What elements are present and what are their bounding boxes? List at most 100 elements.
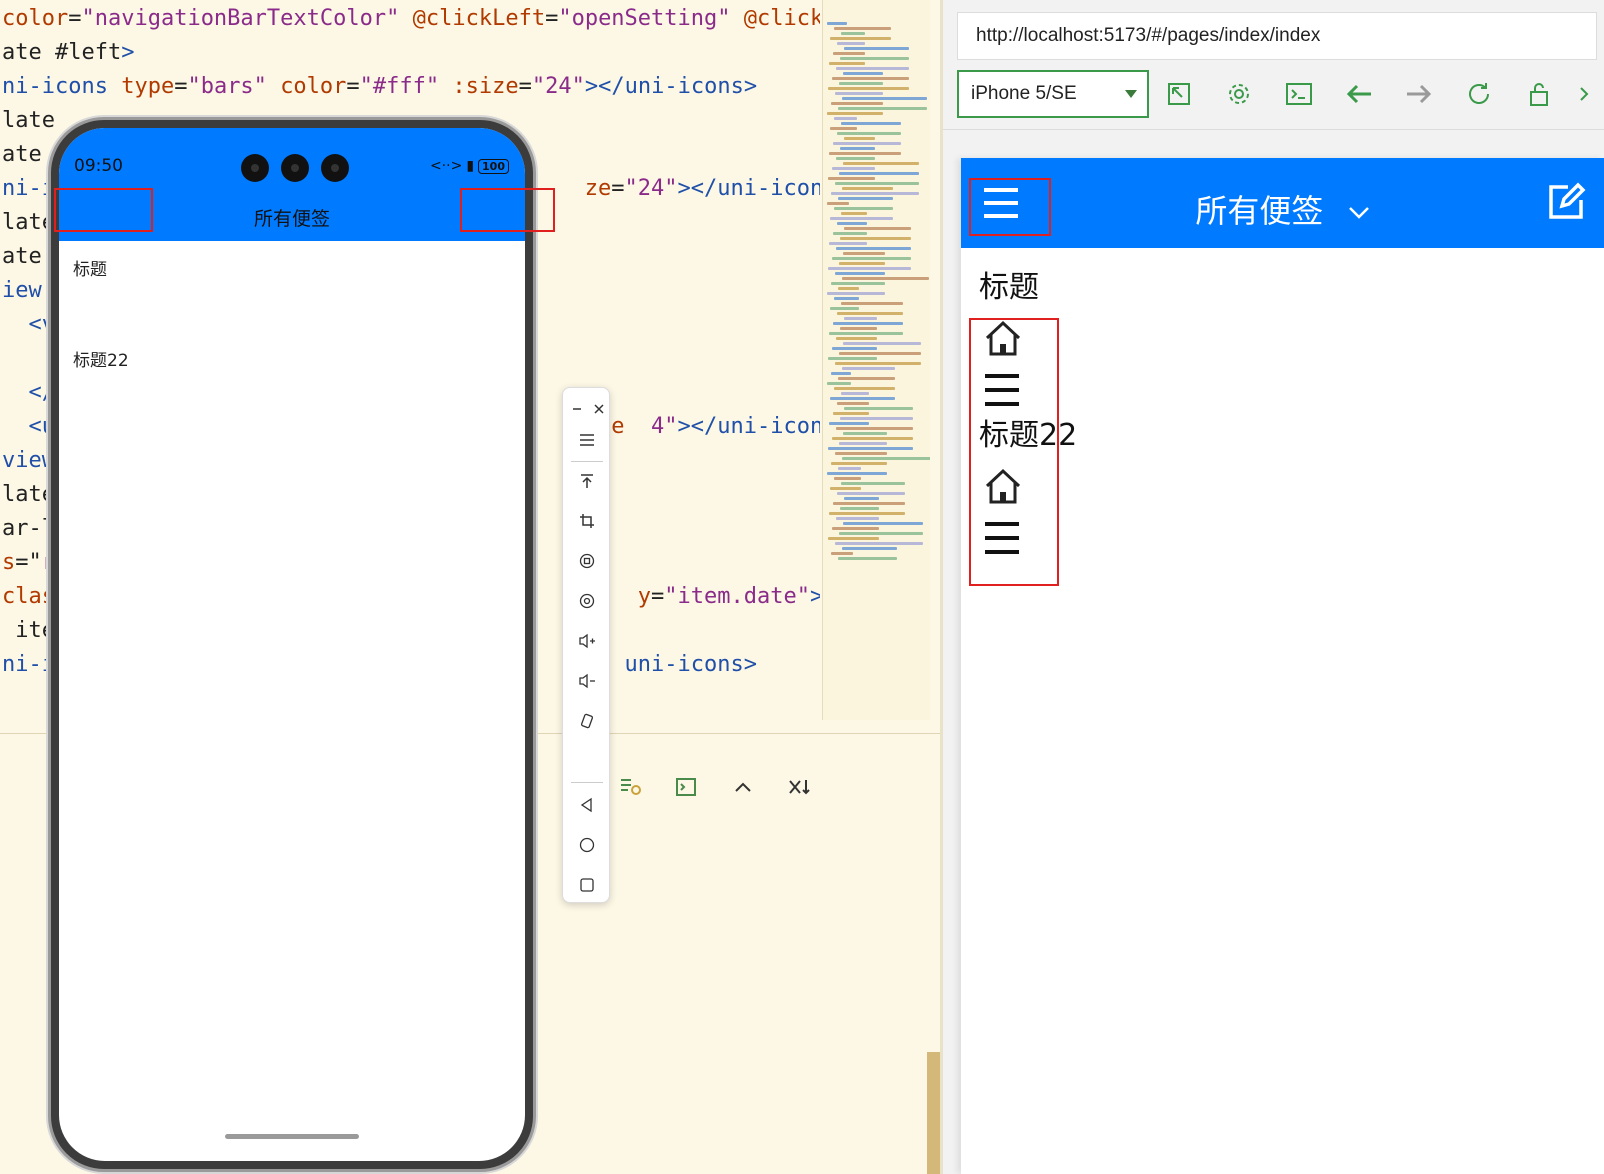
minimap-line	[842, 547, 897, 550]
volume-up-icon[interactable]	[563, 624, 611, 658]
minimap-line	[832, 527, 879, 530]
minimap-line	[831, 372, 851, 375]
list-item[interactable]: 标题22	[73, 346, 129, 371]
annotation-box-list-icons	[969, 318, 1059, 586]
network-icon: <··>	[429, 158, 463, 174]
device-select[interactable]: iPhone 5/SE	[957, 70, 1149, 118]
minimap-line	[840, 417, 913, 420]
status-indicators: <··> ▮ 100	[430, 158, 509, 174]
terminal-icon[interactable]	[1269, 70, 1329, 118]
screen-record-icon[interactable]	[563, 544, 611, 578]
minimap-line	[835, 452, 887, 455]
minimap-line	[843, 432, 887, 435]
code-token: ni-icons	[2, 74, 122, 99]
code-line[interactable]: late	[2, 106, 55, 136]
code-token: color	[2, 6, 69, 31]
code-line[interactable]: ate	[2, 242, 42, 272]
code-token: =	[174, 74, 188, 99]
code-line[interactable]: color="navigationBarTextColor" @clickLef…	[2, 4, 820, 34]
reload-icon[interactable]	[1449, 70, 1509, 118]
preview-nav-bar: 所有便签	[961, 158, 1604, 248]
list-item[interactable]: 标题	[73, 255, 107, 280]
list-item-title[interactable]: 标题	[979, 262, 1039, 306]
battery-icon: 100	[478, 158, 509, 174]
toolbar-divider	[571, 782, 603, 783]
phone-screen: 09:50 <··> ▮ 100 所有便签 标题 标题22	[59, 128, 525, 1161]
code-token: "#fff"	[359, 74, 440, 99]
minimap-line	[829, 152, 901, 155]
device-select-label: iPhone 5/SE	[971, 83, 1077, 104]
minimap-line	[832, 167, 875, 170]
code-line[interactable]	[2, 344, 42, 374]
code-token: @click	[743, 6, 820, 31]
more-chevron-icon[interactable]	[1569, 70, 1599, 118]
minimap-line	[842, 277, 929, 280]
forward-arrow-icon[interactable]	[1389, 70, 1449, 118]
preview-nav-title-text: 所有便签	[1195, 192, 1324, 230]
code-token: =	[518, 74, 532, 99]
minimap[interactable]	[822, 0, 930, 720]
minimap-line	[842, 97, 927, 100]
minimap-line	[830, 37, 891, 40]
minimap-line	[837, 492, 905, 495]
settings-icon[interactable]	[1209, 70, 1269, 118]
minimap-line	[834, 477, 861, 480]
code-line[interactable]: iew	[2, 276, 42, 306]
minimap-line	[843, 162, 919, 165]
rotate-icon[interactable]	[563, 704, 611, 738]
minimap-line	[842, 457, 930, 460]
crop-icon[interactable]	[563, 504, 611, 538]
code-token: 4"	[624, 414, 678, 439]
minimap-line	[830, 307, 859, 310]
back-arrow-icon[interactable]	[1329, 70, 1389, 118]
collapse-up-icon[interactable]	[728, 772, 758, 802]
minimap-line	[844, 47, 909, 50]
minimap-line	[835, 182, 919, 185]
minimap-line	[837, 42, 865, 45]
minimap-line	[835, 92, 883, 95]
code-token: ></uni-icons>	[677, 176, 820, 201]
code-token: =	[346, 74, 360, 99]
volume-down-icon[interactable]	[563, 664, 611, 698]
close-panel-icon[interactable]	[784, 772, 814, 802]
minimap-line	[828, 267, 911, 270]
back-icon[interactable]	[563, 788, 611, 822]
home-circle-icon[interactable]	[563, 828, 611, 862]
chevron-down-icon	[1125, 90, 1137, 98]
scrollbar-thumb[interactable]	[927, 1052, 941, 1174]
filter-search-icon[interactable]	[616, 772, 646, 802]
minimap-line	[834, 27, 891, 30]
open-external-icon[interactable]	[1149, 70, 1209, 118]
code-line[interactable]: ni-icons type="bars" color="#fff" :size=…	[2, 72, 757, 102]
minimap-line	[841, 212, 867, 215]
code-token: ate #left	[2, 40, 122, 65]
url-input[interactable]: http://localhost:5173/#/pages/index/inde…	[957, 12, 1597, 60]
pin-top-icon[interactable]	[563, 464, 611, 498]
minimap-line	[833, 232, 867, 235]
code-token: iew	[2, 278, 42, 303]
minimap-line	[836, 247, 911, 250]
code-line[interactable]: ate #left>	[2, 38, 134, 68]
minimap-line	[838, 557, 897, 560]
minimap-line	[840, 507, 879, 510]
code-token: ate	[2, 142, 42, 167]
compose-icon[interactable]	[1546, 182, 1586, 226]
minimap-line	[827, 22, 847, 25]
lock-icon[interactable]	[1509, 70, 1569, 118]
menu-icon[interactable]	[563, 423, 611, 457]
close-icon[interactable]	[575, 392, 623, 426]
terminal-add-icon[interactable]	[672, 772, 702, 802]
minimap-line	[843, 522, 923, 525]
code-token: =	[651, 584, 665, 609]
minimap-line	[835, 362, 921, 365]
minimap-line	[839, 532, 923, 535]
recent-apps-icon[interactable]	[563, 868, 611, 902]
code-line[interactable]: ate	[2, 140, 42, 170]
minimap-line	[830, 487, 861, 490]
minimap-line	[830, 127, 857, 130]
toolbar-divider	[943, 129, 1604, 130]
minimap-line	[830, 397, 895, 400]
preview-nav-title[interactable]: 所有便签	[961, 186, 1604, 232]
screenshot-icon[interactable]	[563, 584, 611, 618]
